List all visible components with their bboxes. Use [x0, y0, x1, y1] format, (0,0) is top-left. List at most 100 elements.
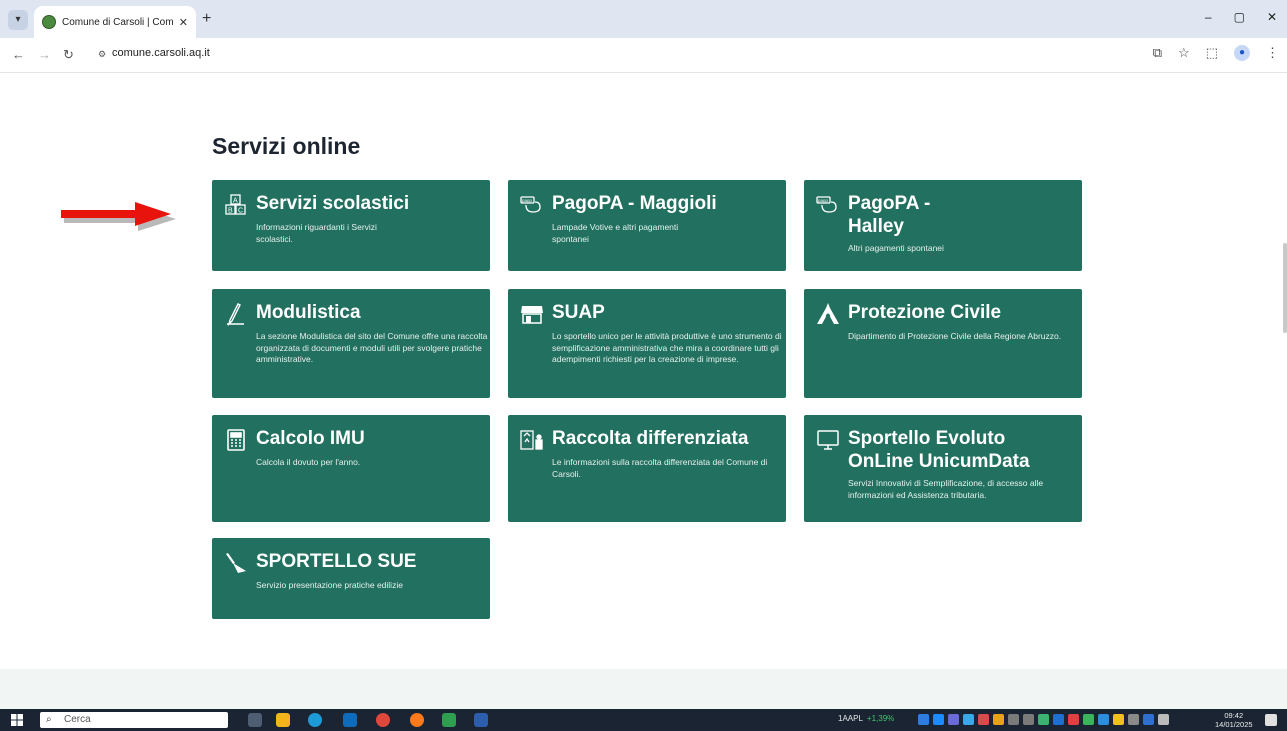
card-servizi-scolastici[interactable]: ABC Servizi scolastici Informazioni rigu… — [212, 180, 490, 271]
card-title: Calcolo IMU — [256, 428, 365, 449]
card-description: Dipartimento di Protezione Civile della … — [848, 331, 1062, 341]
browser-tab[interactable]: Comune di Carsoli | Comune di ✕ — [34, 6, 196, 38]
tray-app-icon[interactable] — [1038, 714, 1049, 725]
shop-icon — [520, 302, 544, 326]
comune-favicon-icon — [42, 15, 56, 29]
tray-app-icon[interactable] — [963, 714, 974, 725]
tray-app-icon[interactable] — [933, 714, 944, 725]
card-calcolo-imu[interactable]: Calcolo IMU Calcola il dovuto per l'anno… — [212, 415, 490, 522]
tray-app-icon[interactable] — [993, 714, 1004, 725]
footer-band — [0, 669, 1287, 709]
card-description: Le informazioni sulla raccolta differenz… — [552, 457, 768, 479]
section-title: Servizi online — [212, 133, 361, 159]
pen-icon — [224, 302, 248, 326]
extensions-icon[interactable]: ⬚ — [1206, 45, 1218, 61]
card-title: Servizi scolastici — [256, 193, 410, 214]
card-title: SPORTELLO SUE — [256, 551, 417, 572]
svg-text:B: B — [228, 208, 233, 215]
ticker-symbol: 1AAPL — [838, 714, 863, 723]
tray-app-icon[interactable] — [978, 714, 989, 725]
tab-strip: ▾ Comune di Carsoli | Comune di ✕ + – ▢ … — [0, 0, 1287, 38]
page-content: Servizi online ABC Servizi scolastici In… — [0, 73, 1287, 709]
taskbar-search[interactable]: ⌕ Cerca — [40, 712, 228, 728]
card-title: SUAP — [552, 302, 605, 323]
tab-close-icon[interactable]: ✕ — [179, 16, 188, 29]
profile-avatar-icon[interactable]: ● — [1234, 45, 1250, 61]
file-explorer-icon[interactable] — [276, 713, 290, 727]
search-placeholder: Cerca — [64, 714, 91, 725]
calculator-icon — [224, 428, 248, 452]
card-title: Raccolta differenziata — [552, 428, 749, 449]
menu-kebab-icon[interactable]: ⋮ — [1266, 45, 1279, 61]
card-protezione-civile[interactable]: Protezione Civile Dipartimento di Protez… — [804, 289, 1082, 398]
maximize-button[interactable]: ▢ — [1234, 10, 1245, 24]
search-icon: ⌕ — [46, 714, 52, 725]
tray-app-icon[interactable] — [1023, 714, 1034, 725]
ticker-change: +1,39% — [866, 714, 895, 723]
card-pagopa-maggioli[interactable]: pago PagoPA - Maggioli Lampade Votive e … — [508, 180, 786, 271]
card-description: Informazioni riguardanti i Servizi scola… — [256, 222, 377, 244]
forward-arrow-icon[interactable]: → — [38, 47, 51, 62]
card-sportello-sue[interactable]: SPORTELLO SUE Servizio presentazione pra… — [212, 538, 490, 619]
reload-icon[interactable]: ↻ — [63, 47, 74, 63]
card-pagopa-halley[interactable]: pago PagoPA - Halley Altri pagamenti spo… — [804, 180, 1082, 271]
notification-icon[interactable] — [1265, 714, 1277, 726]
tab-search-button[interactable]: ▾ — [8, 10, 28, 30]
svg-text:pago: pago — [818, 198, 829, 203]
bookmark-star-icon[interactable]: ☆ — [1178, 45, 1190, 61]
svg-text:pago: pago — [522, 198, 533, 203]
monitor-icon — [816, 428, 840, 452]
card-title: Sportello Evoluto OnLine UnicumData — [848, 428, 1030, 472]
back-arrow-icon[interactable]: ← — [12, 47, 25, 62]
pagopa-icon: pago — [816, 193, 840, 217]
scrollbar-thumb[interactable] — [1283, 243, 1287, 333]
taskbar-clock[interactable]: 09:42 14/01/2025 — [1215, 711, 1253, 729]
site-info-icon[interactable]: ⚙ — [92, 46, 112, 62]
tray-app-icon[interactable] — [918, 714, 929, 725]
tab-title: Comune di Carsoli | Comune di — [62, 16, 173, 28]
cast-icon[interactable]: ⧉ — [1153, 45, 1162, 61]
app-icon[interactable] — [442, 713, 456, 727]
stock-ticker[interactable]: 1AAPL +1,39% — [838, 714, 894, 723]
card-description: Lampade Votive e altri pagamenti spontan… — [552, 222, 679, 244]
tray-app-icon[interactable] — [1113, 714, 1124, 725]
task-view-icon[interactable] — [248, 713, 262, 727]
card-description: Servizi Innovativi di Semplificazione, d… — [848, 478, 1044, 500]
volume-icon[interactable] — [1158, 714, 1169, 725]
svg-text:C: C — [238, 208, 243, 215]
red-arrow-icon — [61, 202, 176, 231]
minimize-button[interactable]: – — [1205, 10, 1212, 24]
tray-app-icon[interactable] — [1143, 714, 1154, 725]
card-title: PagoPA - Maggioli — [552, 193, 717, 214]
tray-app-icon[interactable] — [1068, 714, 1079, 725]
outlook-icon[interactable] — [343, 713, 357, 727]
card-description: Servizio presentazione pratiche edilizie — [256, 580, 403, 590]
browser-toolbar: ← → ↻ ⚙ comune.carsoli.aq.it ⧉ ☆ ⬚ ● ⋮ — [0, 38, 1287, 73]
tray-app-icon[interactable] — [1083, 714, 1094, 725]
firefox-icon[interactable] — [410, 713, 424, 727]
trowel-icon — [224, 551, 248, 575]
tray-app-icon[interactable] — [1128, 714, 1139, 725]
edge-icon[interactable] — [308, 713, 322, 727]
card-modulistica[interactable]: Modulistica La sezione Modulistica del s… — [212, 289, 490, 398]
card-suap[interactable]: SUAP Lo sportello unico per le attività … — [508, 289, 786, 398]
card-raccolta-differenziata[interactable]: Raccolta differenziata Le informazioni s… — [508, 415, 786, 522]
tray-app-icon[interactable] — [948, 714, 959, 725]
card-description: Lo sportello unico per le attività produ… — [552, 331, 782, 364]
tray-app-icon[interactable] — [1098, 714, 1109, 725]
card-title: Modulistica — [256, 302, 361, 323]
tray-app-icon[interactable] — [1053, 714, 1064, 725]
word-icon[interactable] — [474, 713, 488, 727]
tray-app-icon[interactable] — [1008, 714, 1019, 725]
chrome-icon[interactable] — [376, 713, 390, 727]
card-sportello-evoluto[interactable]: Sportello Evoluto OnLine UnicumData Serv… — [804, 415, 1082, 522]
card-title: PagoPA - Halley — [848, 193, 931, 237]
window-controls: – ▢ ✕ — [1205, 10, 1277, 24]
close-window-button[interactable]: ✕ — [1267, 10, 1277, 24]
card-description: Altri pagamenti spontanei — [848, 243, 944, 253]
pagopa-icon: pago — [520, 193, 544, 217]
new-tab-button[interactable]: + — [202, 10, 211, 28]
windows-start-icon[interactable] — [11, 714, 23, 726]
protezione-civile-icon — [816, 302, 840, 326]
address-bar[interactable]: comune.carsoli.aq.it — [112, 47, 210, 59]
